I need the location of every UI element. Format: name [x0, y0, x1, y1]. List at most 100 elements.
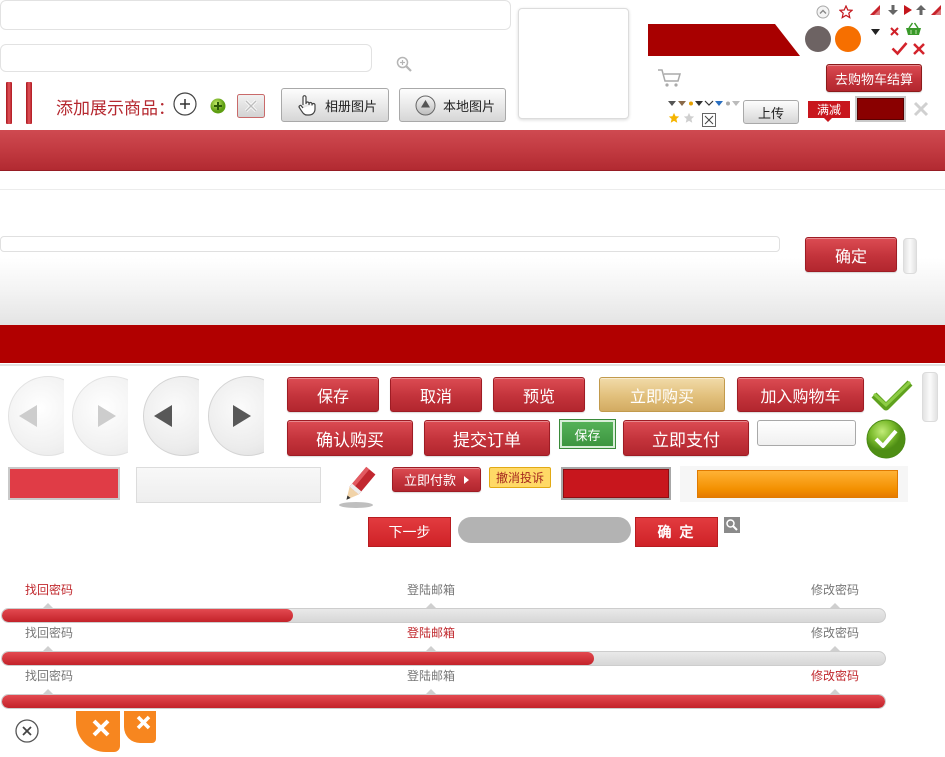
step-label: 修改密码	[811, 626, 860, 640]
text-input-small[interactable]	[757, 420, 856, 446]
save-button[interactable]: 保存	[287, 377, 379, 412]
arrow-left-icon	[19, 405, 37, 427]
red-banner	[648, 24, 800, 56]
gray-color-swatch[interactable]	[805, 26, 831, 52]
close-icon[interactable]	[913, 101, 929, 117]
local-image-label: 本地图片	[443, 98, 496, 114]
gray-pill	[458, 517, 631, 543]
orange-close-tab-small[interactable]	[124, 711, 156, 743]
submit-order-button[interactable]: 提交订单	[424, 420, 550, 456]
star-outline-icon[interactable]	[839, 5, 853, 19]
sort-triangles-icons	[668, 100, 740, 106]
corner-triangle-icon	[931, 5, 941, 15]
close-icon[interactable]	[912, 42, 926, 56]
promo-tag: 满减	[808, 101, 850, 118]
preview-button[interactable]: 预览	[493, 377, 585, 412]
dropdown-triangle-icon[interactable]	[871, 29, 880, 35]
ok-button[interactable]: 确 定	[635, 517, 718, 547]
arrow-right-icon	[233, 405, 251, 427]
triangle-right-icon[interactable]	[904, 5, 912, 15]
confirm-button[interactable]: 确定	[805, 237, 897, 272]
divider-line	[0, 364, 945, 366]
pay-immediately-label: 立即付款	[403, 473, 456, 488]
close-icon	[92, 719, 110, 737]
step-label: 登陆邮箱	[407, 669, 456, 683]
check-large-icon	[871, 380, 913, 411]
step-label: 登陆邮箱	[407, 583, 456, 597]
next-step-button[interactable]: 下一步	[368, 517, 451, 547]
buy-now-button[interactable]: 立即购买	[599, 377, 725, 412]
promo-tag-pointer	[824, 118, 832, 122]
zoom-in-icon[interactable]	[396, 56, 412, 72]
upload-button[interactable]: 上传	[743, 100, 799, 124]
local-image-button[interactable]: 本地图片	[399, 88, 506, 122]
pay-now-button[interactable]: 立即支付	[623, 420, 749, 456]
pay-immediately-button[interactable]: 立即付款	[392, 467, 481, 492]
star-icon[interactable]	[683, 112, 695, 124]
arrow-up-icon[interactable]	[916, 5, 926, 15]
orange-progress-bar	[697, 470, 898, 498]
cancel-button[interactable]: 取消	[390, 377, 482, 412]
plus-circle-icon[interactable]	[173, 92, 197, 116]
add-product-label: 添加展示商品：	[56, 99, 175, 118]
gray-input-box[interactable]	[136, 467, 321, 503]
progress-fill	[2, 652, 594, 665]
arrow-left-icon	[154, 405, 172, 427]
withdraw-complaint-tag[interactable]: 撤消投诉	[489, 467, 551, 488]
white-panel-shadowed	[0, 503, 355, 515]
step-label: 找回密码	[25, 669, 74, 683]
red-header-bar	[0, 130, 945, 171]
close-icon[interactable]	[890, 27, 899, 36]
pencil-icon[interactable]	[336, 466, 380, 510]
checkout-button[interactable]: 去购物车结算	[826, 64, 922, 92]
next-arrow-button-disabled[interactable]	[72, 376, 128, 456]
gray-gradient-panel	[0, 258, 945, 325]
prev-arrow-button[interactable]	[143, 376, 199, 456]
red-input-box[interactable]	[561, 467, 671, 500]
album-image-label: 相册图片	[325, 98, 378, 114]
arrow-down-icon[interactable]	[888, 5, 898, 15]
close-box-icon[interactable]	[702, 113, 716, 127]
dark-red-swatch[interactable]	[855, 96, 906, 122]
progress-fill	[2, 695, 885, 708]
star-icon[interactable]	[668, 112, 680, 124]
search-icon[interactable]	[724, 517, 740, 533]
corner-triangle-icon	[870, 5, 880, 15]
progress-track	[1, 651, 886, 666]
red-divider-bar	[26, 82, 32, 124]
progress-track	[1, 694, 886, 709]
red-divider-bar	[6, 82, 12, 124]
scrollbar-handle[interactable]	[903, 238, 917, 274]
text-input-long[interactable]	[0, 236, 780, 252]
delete-box-icon[interactable]	[237, 94, 265, 118]
progress-fill	[2, 609, 294, 622]
confirm-purchase-button[interactable]: 确认购买	[287, 420, 413, 456]
scrollbar-handle[interactable]	[922, 372, 938, 422]
hand-pointer-icon	[298, 95, 316, 116]
cart-icon[interactable]	[657, 68, 683, 88]
circle-up-icon	[415, 95, 436, 115]
red-input-box[interactable]	[8, 467, 120, 500]
image-preview-box[interactable]	[518, 8, 629, 119]
white-panel	[0, 171, 945, 190]
step-label: 修改密码	[811, 583, 860, 597]
check-icon[interactable]	[891, 41, 908, 56]
text-input-wide[interactable]	[0, 0, 511, 30]
album-image-button[interactable]: 相册图片	[281, 88, 389, 122]
next-arrow-button[interactable]	[208, 376, 264, 456]
progress-track	[1, 608, 886, 623]
step-label: 找回密码	[25, 583, 74, 597]
save-small-button[interactable]: 保存	[559, 419, 616, 449]
orange-close-tab[interactable]	[76, 711, 120, 752]
orange-color-swatch[interactable]	[835, 26, 861, 52]
step-label: 登陆邮箱	[407, 626, 456, 640]
circle-up-icon[interactable]	[816, 5, 830, 19]
close-icon	[136, 715, 151, 730]
step-label: 修改密码	[811, 669, 860, 683]
prev-arrow-button-disabled[interactable]	[8, 376, 64, 456]
basket-icon[interactable]	[905, 22, 922, 36]
text-input-medium[interactable]	[0, 44, 372, 72]
green-plus-icon[interactable]	[210, 98, 226, 114]
add-to-cart-button[interactable]: 加入购物车	[737, 377, 864, 412]
close-circle-icon[interactable]	[15, 719, 39, 743]
